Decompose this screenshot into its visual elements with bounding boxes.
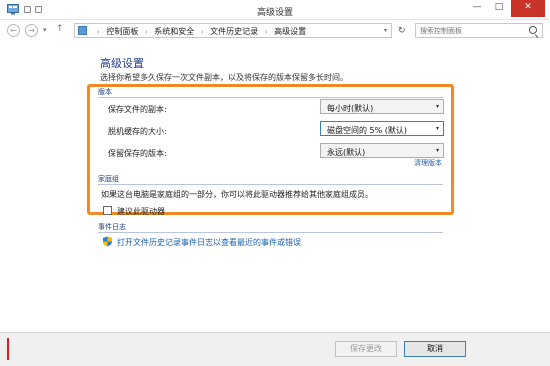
page-title: 高级设置 bbox=[100, 57, 144, 70]
navigation-bar: ← → ▾ ↑ › 控制面板 › 系统和安全 › 文件历史记录 › 高级设置 ▾… bbox=[0, 20, 550, 42]
breadcrumb-item[interactable]: 系统和安全 bbox=[154, 27, 194, 36]
cancel-button[interactable]: 取消 bbox=[404, 341, 466, 357]
search-box[interactable] bbox=[415, 23, 543, 38]
shield-icon bbox=[103, 236, 112, 247]
divider bbox=[98, 184, 443, 185]
address-bar[interactable]: › 控制面板 › 系统和安全 › 文件历史记录 › 高级设置 ▾ bbox=[74, 23, 392, 38]
search-icon[interactable] bbox=[529, 26, 537, 34]
breadcrumb-separator: › bbox=[97, 28, 100, 36]
breadcrumb-item[interactable]: 高级设置 bbox=[274, 27, 306, 36]
up-button[interactable]: ↑ bbox=[56, 24, 64, 34]
breadcrumb-item[interactable]: 控制面板 bbox=[106, 27, 138, 36]
footer-bar: 保存更改 取消 bbox=[0, 332, 550, 366]
recommend-drive-checkbox[interactable] bbox=[103, 206, 112, 215]
minimize-button[interactable]: — bbox=[466, 0, 488, 17]
main-content: 高级设置 选择你希望多久保存一次文件副本，以及将保存的版本保留多长时间。 版本 … bbox=[0, 42, 550, 332]
maximize-button[interactable]: □ bbox=[488, 0, 510, 17]
breadcrumb-item[interactable]: 文件历史记录 bbox=[210, 27, 258, 36]
open-event-log-link[interactable]: 打开文件历史记录事件日志以查看最近的事件或错误 bbox=[117, 237, 301, 248]
control-panel-icon bbox=[78, 26, 87, 35]
recent-locations-button[interactable]: ▾ bbox=[43, 26, 47, 34]
breadcrumb-separator[interactable]: › bbox=[201, 28, 204, 36]
refresh-icon[interactable]: ↻ bbox=[398, 26, 406, 36]
breadcrumb-separator[interactable]: › bbox=[145, 28, 148, 36]
homegroup-description: 如果这台电脑是家庭组的一部分，你可以将此驱动器推荐给其他家庭组成员。 bbox=[101, 190, 373, 199]
recommend-drive-label[interactable]: 建议此驱动器 bbox=[117, 206, 165, 217]
save-changes-button[interactable]: 保存更改 bbox=[335, 341, 397, 357]
address-dropdown-button[interactable]: ▾ bbox=[384, 27, 387, 34]
forward-button[interactable]: → bbox=[25, 24, 38, 37]
status-marker bbox=[7, 338, 9, 360]
breadcrumb-separator[interactable]: › bbox=[265, 28, 268, 36]
eventlog-heading: 事件日志 bbox=[98, 223, 126, 231]
back-button[interactable]: ← bbox=[7, 24, 20, 37]
title-bar: 高级设置 — □ ✕ bbox=[0, 0, 550, 20]
divider bbox=[98, 232, 443, 233]
page-description: 选择你希望多久保存一次文件副本，以及将保存的版本保留多长时间。 bbox=[100, 73, 348, 82]
close-button[interactable]: ✕ bbox=[511, 0, 545, 17]
search-input[interactable] bbox=[420, 26, 525, 36]
breadcrumb: › 控制面板 › 系统和安全 › 文件历史记录 › 高级设置 bbox=[93, 26, 306, 37]
homegroup-heading: 家庭组 bbox=[98, 175, 119, 183]
